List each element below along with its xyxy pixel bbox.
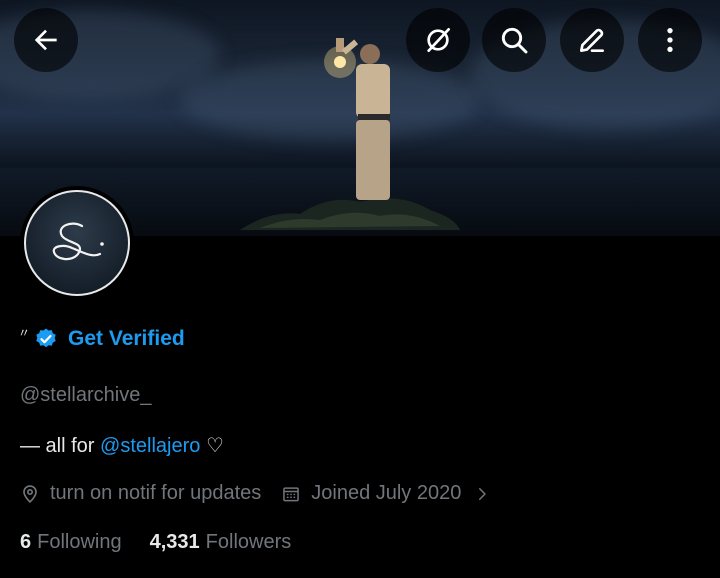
grok-button[interactable] <box>406 8 470 72</box>
bio-mention-link[interactable]: @stellajero <box>100 435 200 457</box>
banner-figure <box>324 38 390 200</box>
joined-text: Joined July 2020 <box>311 482 462 504</box>
back-button[interactable] <box>14 8 78 72</box>
signature-logo <box>52 222 104 261</box>
chevron-right-icon <box>479 487 487 500</box>
following-link[interactable]: 6 Following <box>20 531 122 554</box>
edit-icon <box>580 28 604 52</box>
edit-button[interactable] <box>560 8 624 72</box>
profile-meta: turn on notif for updates Joined July 20… <box>20 482 491 505</box>
location-item: turn on notif for updates <box>20 482 261 505</box>
search-button[interactable] <box>482 8 546 72</box>
more-vertical-icon <box>667 28 673 52</box>
name-row: 〃 Get Verified <box>18 327 185 351</box>
more-button[interactable] <box>638 8 702 72</box>
avatar[interactable] <box>20 186 134 300</box>
follow-stats: 6 Following 4,331 Followers <box>20 531 291 554</box>
following-label: Following <box>37 531 122 553</box>
get-verified-label: Get Verified <box>68 327 185 350</box>
username-handle: @stellarchive_ <box>20 384 152 406</box>
bio-prefix: — all for <box>20 435 95 457</box>
back-arrow-icon <box>34 29 57 51</box>
calendar-icon <box>283 486 300 501</box>
bio-suffix: ♡ <box>205 435 224 457</box>
joined-item[interactable]: Joined July 2020 <box>281 482 491 505</box>
location-text: turn on notif for updates <box>50 482 262 504</box>
followers-link[interactable]: 4,331 Followers <box>150 531 292 554</box>
search-icon <box>501 27 528 54</box>
avatar-image <box>24 190 130 296</box>
display-name: 〃 <box>18 326 31 340</box>
grok-icon <box>427 28 450 52</box>
followers-count: 4,331 <box>149 531 200 553</box>
get-verified-link[interactable]: Get Verified <box>34 327 185 351</box>
followers-label: Followers <box>205 531 292 553</box>
verified-badge-icon <box>36 328 56 348</box>
bio: — all for @stellajero ♡ <box>20 433 224 458</box>
following-count: 6 <box>20 531 32 553</box>
location-pin-icon <box>23 484 37 503</box>
